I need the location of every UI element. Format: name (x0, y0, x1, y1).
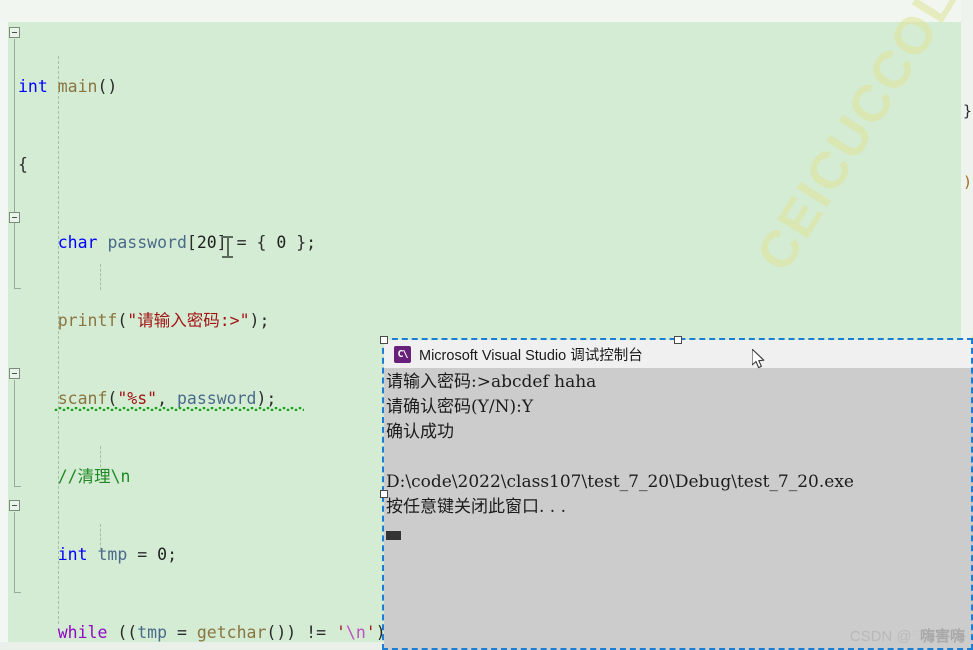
console-line: D:\code\2022\class107\test_7_20\Debug\te… (386, 472, 854, 492)
code-line[interactable]: printf("请输入密码:>"); (14, 308, 961, 334)
console-block-caret (386, 531, 401, 540)
screenshot-root: int main() { char password[20] = { 0 }; … (0, 0, 973, 650)
console-title-text: Microsoft Visual Studio 调试控制台 (419, 347, 643, 364)
console-title-bar[interactable]: C\ Microsoft Visual Studio 调试控制台 (384, 340, 973, 368)
edge-clipped-glyph-paren: ) (963, 175, 973, 190)
edge-clipped-glyph-brace: } (963, 104, 973, 119)
console-line: 请输入密码:>abcdef haha (386, 372, 597, 392)
code-line[interactable]: int main() (14, 74, 961, 100)
console-output-area[interactable]: 请输入密码:>abcdef haha 请确认密码(Y/N):Y 确认成功 D:\cod… (384, 368, 973, 650)
error-squiggle (54, 407, 304, 411)
code-line[interactable]: { (14, 152, 961, 178)
console-caret-line (386, 520, 973, 545)
editor-top-strip (0, 0, 973, 22)
console-line: 确认成功 (386, 422, 454, 442)
code-line[interactable]: char password[20] = { 0 }; (14, 230, 961, 256)
editor-left-rail (0, 22, 8, 650)
console-line: 按任意键关闭此窗口. . . (386, 497, 567, 517)
console-icon-glyph: C\ (397, 348, 408, 360)
console-icon: C\ (394, 345, 411, 363)
debug-console-window[interactable]: C\ Microsoft Visual Studio 调试控制台 请输入密码:>… (384, 340, 973, 650)
console-line: 请确认密码(Y/N):Y (386, 397, 534, 417)
